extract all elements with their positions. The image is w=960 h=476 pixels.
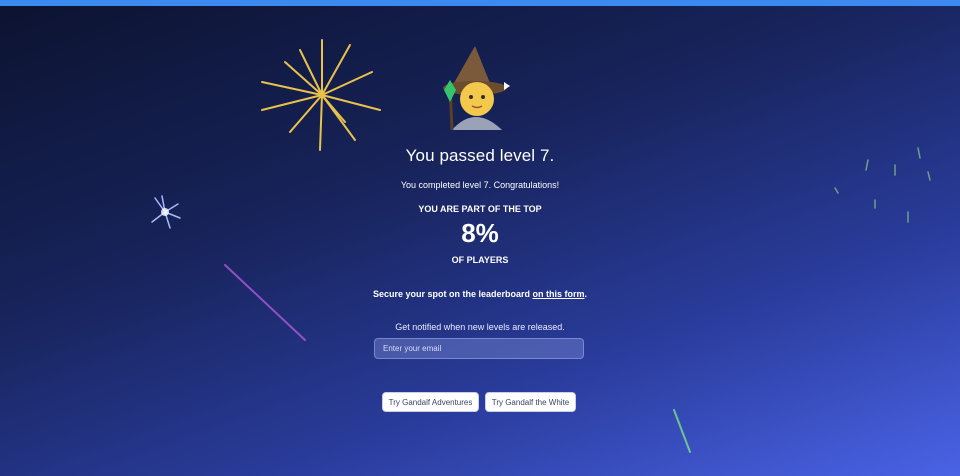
leaderboard-form-link[interactable]: on this form (533, 289, 585, 299)
email-input[interactable] (374, 338, 584, 359)
wizard-icon (443, 46, 510, 130)
firework-gold (261, 39, 381, 151)
try-gandalf-adventures-button[interactable]: Try Gandalf Adventures (382, 392, 479, 412)
firework-trail-green (673, 409, 691, 453)
leaderboard-text: Secure your spot on the leaderboard (372, 289, 533, 299)
completion-message: You completed level 7. Congratulations! (400, 180, 560, 190)
percentile-value: 8% (461, 218, 499, 248)
players-label: OF PLAYERS (451, 255, 509, 265)
leaderboard-prompt: Secure your spot on the leaderboard on t… (0, 289, 960, 299)
top-players-label: YOU ARE PART OF THE TOP (418, 204, 542, 214)
try-gandalf-white-button[interactable]: Try Gandalf the White (485, 392, 576, 412)
leaderboard-suffix: . (584, 289, 588, 299)
notify-text: Get notified when new levels are release… (395, 322, 565, 332)
page-title: You passed level 7. (405, 146, 555, 165)
